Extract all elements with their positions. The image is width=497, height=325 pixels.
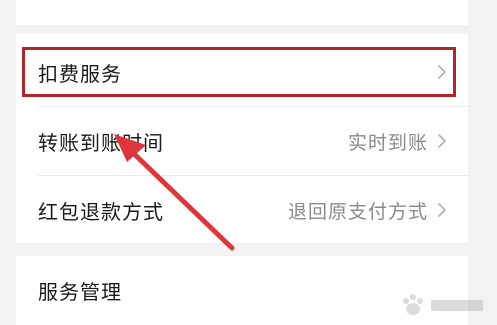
top-section-strip (16, 0, 468, 25)
settings-item-label: 服务管理 (38, 279, 122, 304)
settings-item-label: 扣费服务 (38, 61, 122, 86)
settings-item-value: 实时到账 (347, 131, 428, 154)
settings-item-deduction-service[interactable]: 扣费服务 (16, 38, 468, 106)
chevron-right-icon (438, 65, 446, 79)
settings-item-transfer-arrival-time[interactable]: 转账到账时间 实时到账 (16, 107, 468, 175)
chevron-right-icon (438, 203, 446, 217)
chevron-right-icon (438, 134, 446, 148)
settings-group-main: 扣费服务 转账到账时间 实时到账 红包退款方式 退回原支付方式 (16, 34, 468, 243)
settings-page: 扣费服务 转账到账时间 实时到账 红包退款方式 退回原支付方式 服务管理 (0, 0, 497, 325)
settings-item-red-packet-refund[interactable]: 红包退款方式 退回原支付方式 (16, 176, 468, 244)
settings-item-label: 红包退款方式 (38, 199, 164, 224)
settings-item-value: 退回原支付方式 (287, 200, 428, 223)
watermark-logo (403, 294, 483, 315)
settings-item-label: 转账到账时间 (38, 130, 164, 155)
